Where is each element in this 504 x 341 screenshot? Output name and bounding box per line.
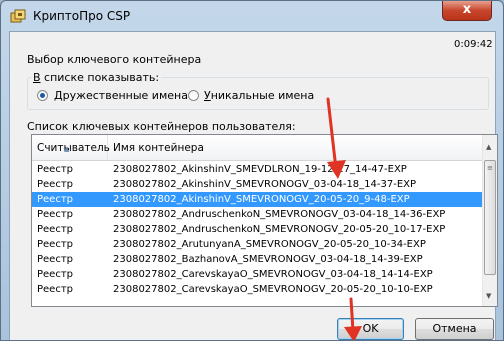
row-container-name: 2308027802_CarevskayaO_SMEVRONOGV_03-04-… (113, 269, 433, 280)
table-row[interactable]: Реестр 2308027802_ArutunyanA_SMEVRONOGV_2… (32, 237, 482, 252)
radio-friendly-names-circle[interactable] (37, 90, 48, 101)
cryptopro-app-icon (10, 9, 26, 23)
countdown-timer: 0:09:42 (454, 39, 493, 50)
row-container-name: 2308027802_AkinshinV_SMEVRONOGV_20-05-20… (113, 194, 410, 205)
table-row[interactable]: Реестр 2308027802_BazhanovA_SMEVRONOGV_03… (32, 252, 482, 267)
scrollbar-thumb[interactable]: ≡ (484, 160, 496, 275)
title-bar[interactable]: КриптоПро CSP x (1, 1, 503, 31)
show-group-label: В списке показывать: (31, 71, 162, 84)
row-container-name: 2308027802_CarevskayaO_SMEVRONOGV_20-05-… (113, 284, 433, 295)
table-row[interactable]: Реестр 2308027802_AndruschenkoN_SMEVRONOG… (32, 222, 482, 237)
dialog-window: КриптоПро CSP x 0:09:42 Выбор ключевого … (0, 0, 504, 341)
table-row[interactable]: Реестр 2308027802_CarevskayaO_SMEVRONOGV_… (32, 282, 482, 297)
close-icon: x (462, 2, 472, 17)
row-reader: Реестр (37, 164, 74, 175)
dialog-heading: Выбор ключевого контейнера (27, 53, 202, 66)
row-reader: Реестр (37, 284, 74, 295)
column-header-reader[interactable]: ▲ Считыватель (32, 135, 110, 160)
column-header-container-name[interactable]: Имя контейнера (108, 135, 482, 160)
row-container-name: 2308027802_ArutunyanA_SMEVRONOGV_20-05-2… (113, 239, 426, 250)
row-container-name: 2308027802_AndruschenkoN_SMEVRONOGV_03-0… (113, 209, 446, 220)
row-container-name: 2308027802_AndruschenkoN_SMEVRONOGV_20-0… (113, 224, 446, 235)
radio-friendly-names-label: Дружественные имена (54, 89, 188, 102)
radio-unique-names-circle[interactable] (188, 90, 199, 101)
scroll-up-arrow-icon[interactable]: ▲ (486, 143, 491, 151)
table-row[interactable]: Реестр 2308027802_AndruschenkoN_SMEVRONOG… (32, 207, 482, 222)
row-reader: Реестр (37, 224, 74, 235)
scroll-down-arrow-icon[interactable]: ▼ (486, 292, 491, 300)
row-reader: Реестр (37, 239, 74, 250)
ok-button[interactable]: OK (337, 318, 404, 340)
table-row[interactable]: Реестр 2308027802_AkinshinV_SMEVRONOGV_20… (32, 192, 482, 207)
vertical-scrollbar[interactable]: ▲ ≡ ▼ (482, 135, 497, 306)
row-container-name: 2308027802_BazhanovA_SMEVRONOGV_03-04-18… (113, 254, 423, 265)
row-reader: Реестр (37, 179, 74, 190)
close-button[interactable]: x (442, 1, 492, 21)
row-container-name: 2308027802_AkinshinV_SMEVRONOGV_03-04-18… (113, 179, 417, 190)
row-reader: Реестр (37, 194, 74, 205)
container-list[interactable]: ▲ Считыватель Имя контейнера Реестр 23080… (31, 134, 498, 307)
list-header: ▲ Считыватель Имя контейнера (32, 135, 482, 161)
window-title: КриптоПро CSP (33, 9, 131, 23)
scroll-grip-icon: ≡ (487, 164, 493, 172)
cancel-button[interactable]: Отмена (415, 318, 494, 340)
container-list-label: Список ключевых контейнеров пользователя… (27, 120, 296, 133)
radio-unique-names-label: Уникальные имена (204, 89, 315, 102)
table-row[interactable]: Реестр 2308027802_CarevskayaO_SMEVRONOGV_… (32, 267, 482, 282)
sort-ascending-icon: ▲ (64, 145, 70, 153)
radio-selected-dot (40, 93, 45, 98)
table-row[interactable]: Реестр 2308027802_AkinshinV_SMEVDLRON_19-… (32, 162, 482, 177)
row-reader: Реестр (37, 269, 74, 280)
row-container-name: 2308027802_AkinshinV_SMEVDLRON_19-12-17_… (113, 164, 407, 175)
row-reader: Реестр (37, 254, 74, 265)
row-reader: Реестр (37, 209, 74, 220)
table-row[interactable]: Реестр 2308027802_AkinshinV_SMEVRONOGV_03… (32, 177, 482, 192)
